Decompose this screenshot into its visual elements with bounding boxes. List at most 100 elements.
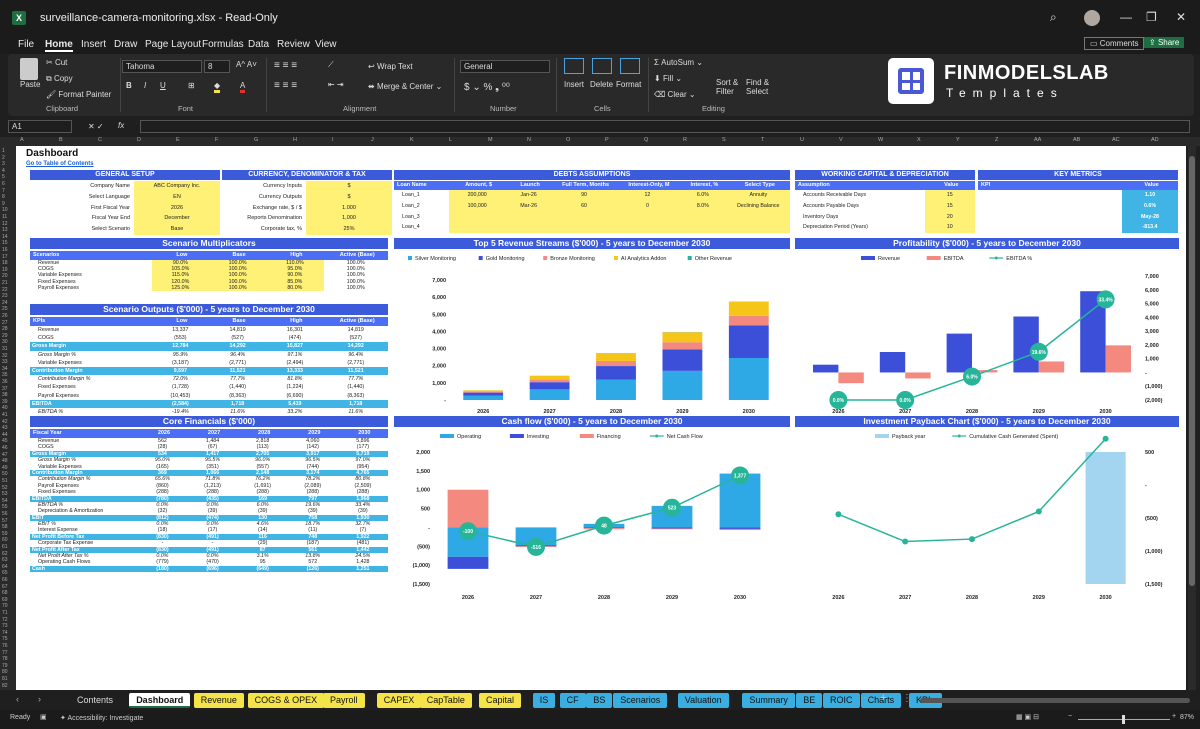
fx-icon[interactable]: fx (118, 121, 124, 130)
row-header[interactable]: 46 (2, 445, 8, 451)
column-header[interactable]: O (566, 137, 570, 143)
share-button[interactable]: ⇪ Share (1144, 37, 1185, 48)
debts-cell[interactable]: 90 (552, 190, 616, 201)
debts-cell[interactable]: 200,000 (449, 190, 505, 201)
row-header[interactable]: 75 (2, 636, 8, 642)
row-header[interactable]: 8 (2, 194, 5, 200)
comments-button[interactable]: ▭ Comments (1084, 37, 1145, 50)
row-header[interactable]: 4 (2, 168, 5, 174)
italic-icon[interactable]: I (144, 81, 146, 90)
row-header[interactable]: 43 (2, 425, 8, 431)
row-header[interactable]: 59 (2, 531, 8, 537)
sheet-tab[interactable]: IS (532, 693, 556, 708)
sheet-tab[interactable]: BS (586, 693, 613, 708)
orientation-icon[interactable]: ⟋ (328, 60, 334, 70)
copy-button[interactable]: ⧉ Copy (46, 74, 73, 84)
debts-cell[interactable]: 6.0% (679, 190, 727, 201)
column-header[interactable]: N (527, 137, 531, 143)
menu-draw[interactable]: Draw (114, 39, 137, 50)
row-header[interactable]: 26 (2, 313, 8, 319)
column-header[interactable]: M (488, 137, 493, 143)
row-header[interactable]: 70 (2, 603, 8, 609)
column-header[interactable]: W (878, 137, 883, 143)
menu-home[interactable]: Home (45, 39, 73, 52)
row-header[interactable]: 32 (2, 353, 8, 359)
row-header[interactable]: 64 (2, 564, 8, 570)
row-header[interactable]: 11 (2, 214, 7, 220)
row-header[interactable]: 42 (2, 419, 8, 425)
sheet-tab[interactable]: CAPEX (376, 693, 422, 708)
general-value[interactable]: Base (134, 224, 220, 235)
currency-value[interactable]: 25% (306, 224, 392, 235)
next-sheet-icon[interactable]: › (38, 694, 41, 704)
column-header[interactable]: AA (1034, 137, 1041, 143)
row-header[interactable]: 69 (2, 597, 8, 603)
search-icon[interactable]: ⌕ (1050, 10, 1057, 25)
autosum-button[interactable]: Σ AutoSum ⌄ (654, 58, 703, 67)
menu-review[interactable]: Review (277, 39, 310, 50)
avatar[interactable] (1084, 10, 1100, 26)
wc-cell[interactable]: 15 (924, 190, 975, 201)
column-header[interactable]: G (254, 137, 258, 143)
kpi-cell[interactable]: -813.4 (1122, 222, 1178, 234)
row-header[interactable]: 63 (2, 557, 8, 563)
row-header[interactable]: 23 (2, 293, 8, 299)
row-header[interactable]: 58 (2, 524, 8, 530)
debts-cell[interactable] (504, 222, 553, 234)
column-header[interactable]: F (215, 137, 218, 143)
row-header[interactable]: 12 (2, 221, 8, 227)
row-header[interactable]: 5 (2, 174, 5, 180)
row-header[interactable]: 28 (2, 326, 8, 332)
kpi-cell[interactable]: May-28 (1122, 211, 1178, 223)
column-header[interactable]: B (59, 137, 63, 143)
row-header[interactable]: 13 (2, 227, 8, 233)
column-header[interactable]: U (800, 137, 804, 143)
column-header[interactable]: X (917, 137, 921, 143)
accessibility-status[interactable]: ✦ Accessibility: Investigate (60, 714, 143, 722)
debts-cell[interactable] (552, 222, 616, 234)
column-header[interactable]: S (722, 137, 726, 143)
column-header[interactable]: P (605, 137, 609, 143)
column-header[interactable]: AC (1112, 137, 1120, 143)
column-header[interactable]: I (332, 137, 334, 143)
font-name-select[interactable]: Tahoma (122, 60, 202, 73)
row-header[interactable]: 51 (2, 478, 8, 484)
menu-formulas[interactable]: Formulas (202, 39, 244, 50)
zoom-out-icon[interactable]: − (1068, 713, 1072, 720)
row-header[interactable]: 15 (2, 240, 8, 246)
scen_mult-cell[interactable]: 100.0% (208, 284, 267, 291)
row-header[interactable]: 47 (2, 452, 8, 458)
row-header[interactable]: 9 (2, 201, 5, 207)
menu-insert[interactable]: Insert (81, 39, 106, 50)
row-header[interactable]: 61 (2, 544, 8, 550)
column-header[interactable]: L (449, 137, 452, 143)
row-header[interactable]: 22 (2, 287, 8, 293)
debts-cell[interactable] (449, 211, 505, 223)
underline-icon[interactable]: U (160, 81, 166, 90)
row-header[interactable]: 31 (2, 346, 8, 352)
menu-file[interactable]: File (18, 39, 34, 50)
row-header[interactable]: 16 (2, 247, 8, 253)
row-header[interactable]: 77 (2, 650, 8, 656)
number-format-select[interactable]: General (460, 60, 550, 73)
wc-cell[interactable]: 10 (924, 222, 975, 234)
row-header[interactable]: 73 (2, 623, 8, 629)
column-header[interactable]: Z (995, 137, 998, 143)
row-header[interactable]: 74 (2, 630, 8, 636)
menu-page-layout[interactable]: Page Layout (145, 39, 201, 50)
currency-value[interactable]: $ (306, 191, 392, 203)
row-header[interactable]: 57 (2, 518, 8, 524)
restore-icon[interactable]: ❐ (1146, 10, 1157, 24)
sheet-tab[interactable]: Revenue (193, 693, 244, 708)
scen_mult-cell[interactable]: 125.0% (151, 284, 209, 291)
sheet-tab[interactable]: Summary (742, 693, 795, 708)
row-header[interactable]: 36 (2, 379, 8, 385)
kpi-cell[interactable]: 0.6% (1122, 200, 1178, 212)
row-header[interactable]: 17 (2, 254, 8, 260)
borders-icon[interactable]: ⊞ (188, 81, 195, 90)
debts-cell[interactable]: 100,000 (449, 200, 505, 212)
row-header[interactable]: 2 (2, 155, 5, 161)
currency-value[interactable]: $ (306, 181, 392, 192)
name-box[interactable]: A1 (8, 120, 72, 133)
column-header[interactable]: J (371, 137, 374, 143)
